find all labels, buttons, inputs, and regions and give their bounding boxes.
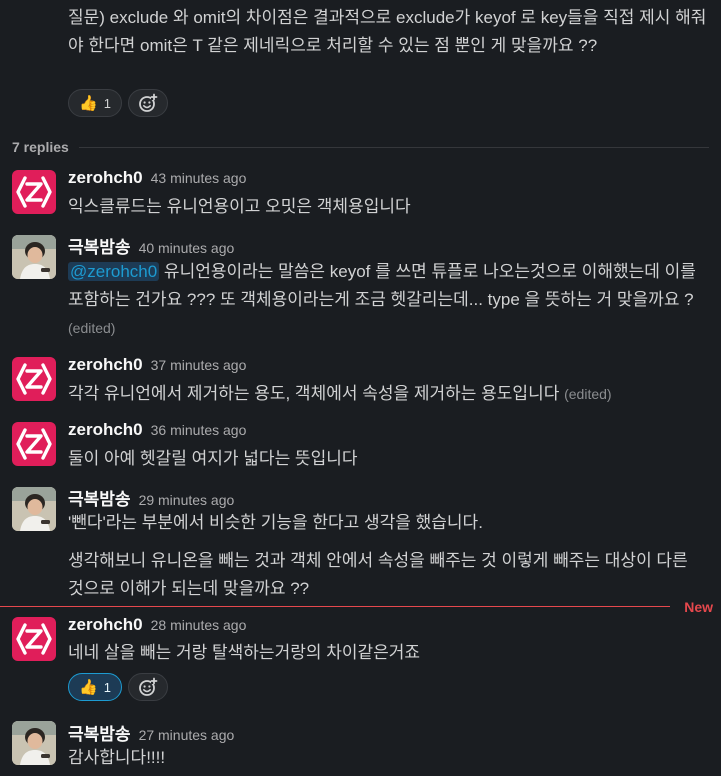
avatar-user-photo[interactable] (12, 235, 56, 279)
avatar-zerohch0[interactable] (12, 617, 56, 661)
author-name[interactable]: zerohch0 (68, 615, 143, 635)
reaction-count: 1 (103, 679, 111, 695)
new-label: New (684, 599, 713, 615)
message-header: zerohch0 37 minutes ago (68, 355, 246, 375)
timestamp[interactable]: 40 minutes ago (139, 240, 235, 256)
message-reactions: 👍 1 (68, 673, 168, 701)
message-text: @zerohch0 유니언용이라는 말씀은 keyof 를 쓰면 튜플로 나오는… (68, 258, 708, 342)
edited-label: (edited) (68, 320, 116, 336)
reaction-count: 1 (103, 95, 111, 111)
author-name[interactable]: 극복밤송 (68, 485, 131, 510)
z-logo-icon (12, 357, 56, 401)
user-photo-icon (12, 487, 56, 531)
timestamp[interactable]: 37 minutes ago (151, 357, 247, 373)
timestamp[interactable]: 36 minutes ago (151, 422, 247, 438)
author-name[interactable]: zerohch0 (68, 420, 143, 440)
avatar-zerohch0[interactable] (12, 422, 56, 466)
avatar-zerohch0[interactable] (12, 170, 56, 214)
message-text-content: 각각 유니언에서 제거하는 용도, 객체에서 속성을 제거하는 용도입니다 (68, 384, 560, 403)
replies-divider: 7 replies (12, 138, 709, 156)
thumbs-up-reaction[interactable]: 👍 1 (68, 673, 122, 701)
author-name[interactable]: zerohch0 (68, 355, 143, 375)
add-reaction-button[interactable] (127, 673, 168, 701)
message-header: zerohch0 43 minutes ago (68, 168, 246, 188)
parent-message-text: 질문) exclude 와 omit의 차이점은 결과적으로 exclude가 … (68, 8, 707, 55)
message-header: zerohch0 36 minutes ago (68, 420, 246, 440)
avatar-zerohch0[interactable] (12, 357, 56, 401)
message-text-continued: 생각해보니 유니온을 빼는 것과 객체 안에서 속성을 빼주는 것 이렇게 빼주… (68, 551, 688, 598)
message-text-content: 유니언용이라는 말씀은 keyof 를 쓰면 튜플로 나오는것으로 이해했는데 … (68, 262, 696, 309)
message-header: 극복밤송 29 minutes ago (68, 485, 234, 510)
user-mention[interactable]: @zerohch0 (68, 262, 160, 281)
thumbs-up-icon: 👍 (79, 95, 98, 112)
new-divider-line (0, 606, 670, 607)
new-messages-divider: New (0, 599, 721, 615)
message-text: '뺀다'라는 부분에서 비슷한 기능을 한다고 생각을 했습니다. (68, 513, 483, 532)
divider-line (78, 146, 709, 148)
z-logo-icon (12, 422, 56, 466)
message-text: 감사합니다!!!! (68, 748, 166, 767)
user-photo-icon (12, 721, 56, 765)
add-reaction-button[interactable] (127, 89, 168, 117)
author-name[interactable]: zerohch0 (68, 168, 143, 188)
thumbs-up-reaction[interactable]: 👍 1 (68, 89, 122, 117)
avatar-user-photo[interactable] (12, 487, 56, 531)
user-photo-icon (12, 235, 56, 279)
parent-reactions: 👍 1 (68, 89, 168, 117)
edited-label: (edited) (564, 386, 612, 402)
message-text: 익스클류드는 유니언용이고 오밋은 객체용입니다 (68, 197, 411, 216)
timestamp[interactable]: 28 minutes ago (151, 617, 247, 633)
author-name[interactable]: 극복밤송 (68, 720, 131, 745)
author-name[interactable]: 극복밤송 (68, 233, 131, 258)
timestamp[interactable]: 29 minutes ago (139, 492, 235, 508)
message-header: 극복밤송 40 minutes ago (68, 233, 234, 258)
message-text: 네네 살을 빼는 거랑 탈색하는거랑의 차이같은거죠 (68, 643, 421, 662)
z-logo-icon (12, 170, 56, 214)
add-reaction-icon (138, 677, 158, 697)
message-text: 둘이 아예 헷갈릴 여지가 넓다는 뜻입니다 (68, 449, 358, 468)
thumbs-up-icon: 👍 (79, 679, 98, 696)
timestamp[interactable]: 43 minutes ago (151, 170, 247, 186)
timestamp[interactable]: 27 minutes ago (139, 727, 235, 743)
message-header: zerohch0 28 minutes ago (68, 615, 246, 635)
replies-count: 7 replies (12, 139, 69, 155)
message-header: 극복밤송 27 minutes ago (68, 720, 234, 745)
add-reaction-icon (138, 93, 158, 113)
message-text: 각각 유니언에서 제거하는 용도, 객체에서 속성을 제거하는 용도입니다 (e… (68, 380, 708, 408)
z-logo-icon (12, 617, 56, 661)
avatar-user-photo[interactable] (12, 721, 56, 765)
